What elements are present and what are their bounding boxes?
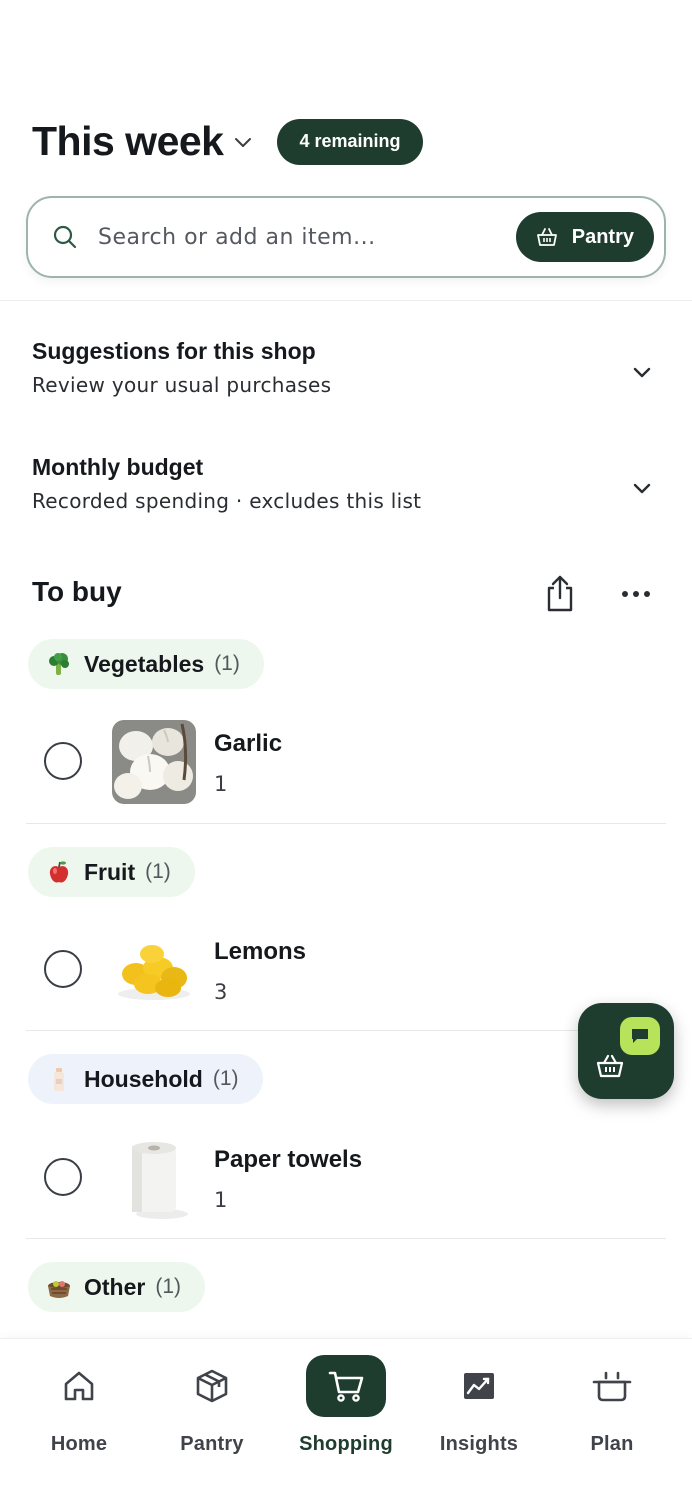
category-name: Vegetables (84, 650, 205, 677)
item-name: Paper towels (214, 1146, 363, 1173)
nav-item-insights[interactable]: Insights (419, 1355, 539, 1475)
nav-item-plan[interactable]: Plan (552, 1355, 672, 1475)
search-icon (52, 224, 78, 250)
list-header: This week 4 remaining (32, 118, 423, 165)
budget-accordion[interactable]: Monthly budget Recorded spending · exclu… (32, 454, 660, 513)
bottle-icon (46, 1066, 72, 1092)
divider (26, 823, 666, 824)
search-input[interactable] (98, 224, 516, 250)
category-count: (1) (214, 652, 240, 675)
pot-icon (572, 1355, 652, 1417)
pantry-button[interactable]: Pantry (515, 212, 654, 262)
lemons-image (112, 928, 196, 1012)
nav-label: Insights (439, 1433, 519, 1455)
item-quantity: 1 (214, 1188, 228, 1212)
garlic-image (112, 720, 196, 804)
nav-label: Pantry (180, 1433, 244, 1455)
accordion-subtitle: Review your usual purchases (32, 373, 332, 397)
box-icon (172, 1355, 252, 1417)
nav-label: Shopping (299, 1433, 393, 1455)
pantry-button-label: Pantry (571, 225, 634, 248)
more-options-icon[interactable] (620, 582, 652, 606)
item-name: Garlic (214, 730, 283, 757)
category-fruit[interactable]: Fruit (1) (28, 847, 195, 897)
basket-icon (536, 226, 558, 248)
search-bar: Pantry (26, 196, 666, 278)
home-icon (39, 1355, 119, 1417)
category-count: (1) (155, 1275, 182, 1298)
accordion-subtitle: Recorded spending · excludes this list (32, 489, 422, 513)
chat-icon (620, 1017, 660, 1055)
list-item[interactable]: Paper towels 1 (26, 1118, 666, 1238)
section-title: To buy (32, 576, 122, 607)
category-name: Household (84, 1065, 203, 1092)
category-name: Other (84, 1273, 146, 1300)
category-other[interactable]: Other (1) (28, 1262, 206, 1312)
apple-icon (46, 859, 72, 885)
nav-label: Plan (590, 1433, 634, 1455)
chevron-down-icon[interactable] (630, 360, 654, 384)
chevron-down-icon[interactable] (630, 476, 654, 500)
cart-icon (306, 1355, 386, 1417)
item-checkbox[interactable] (44, 742, 82, 780)
category-count: (1) (212, 1067, 239, 1090)
suggestions-accordion[interactable]: Suggestions for this shop Review your us… (32, 338, 660, 397)
broccoli-icon (46, 651, 72, 677)
share-icon[interactable] (544, 574, 576, 612)
item-checkbox[interactable] (44, 1158, 82, 1196)
nav-item-shopping[interactable]: Shopping (286, 1355, 406, 1475)
item-checkbox[interactable] (44, 950, 82, 988)
basket-icon (596, 1053, 624, 1079)
nav-label: Home (50, 1433, 108, 1455)
accordion-title: Suggestions for this shop (32, 338, 316, 364)
divider (0, 300, 692, 301)
divider (26, 1238, 666, 1239)
list-item[interactable]: Lemons 3 (26, 910, 666, 1030)
remaining-badge: 4 remaining (277, 118, 423, 165)
nav-item-pantry[interactable]: Pantry (152, 1355, 272, 1475)
basket-icon (46, 1274, 72, 1300)
page-title[interactable]: This week (32, 118, 224, 165)
item-quantity: 3 (214, 980, 228, 1004)
chart-icon (439, 1355, 519, 1417)
paper-towels-image (112, 1136, 196, 1220)
item-name: Lemons (214, 938, 307, 965)
assistant-fab[interactable] (578, 1003, 674, 1099)
category-name: Fruit (84, 858, 136, 885)
divider (26, 1030, 666, 1031)
list-item[interactable]: Garlic 1 (26, 702, 666, 822)
category-vegetables[interactable]: Vegetables (1) (28, 639, 264, 689)
nav-item-home[interactable]: Home (19, 1355, 139, 1475)
chevron-down-icon[interactable] (233, 132, 253, 152)
accordion-title: Monthly budget (32, 454, 204, 480)
item-quantity: 1 (214, 772, 228, 796)
category-count: (1) (145, 860, 171, 883)
category-household[interactable]: Household (1) (28, 1054, 263, 1104)
bottom-nav: Home Pantry Shopping Insights Plan (0, 1338, 692, 1504)
